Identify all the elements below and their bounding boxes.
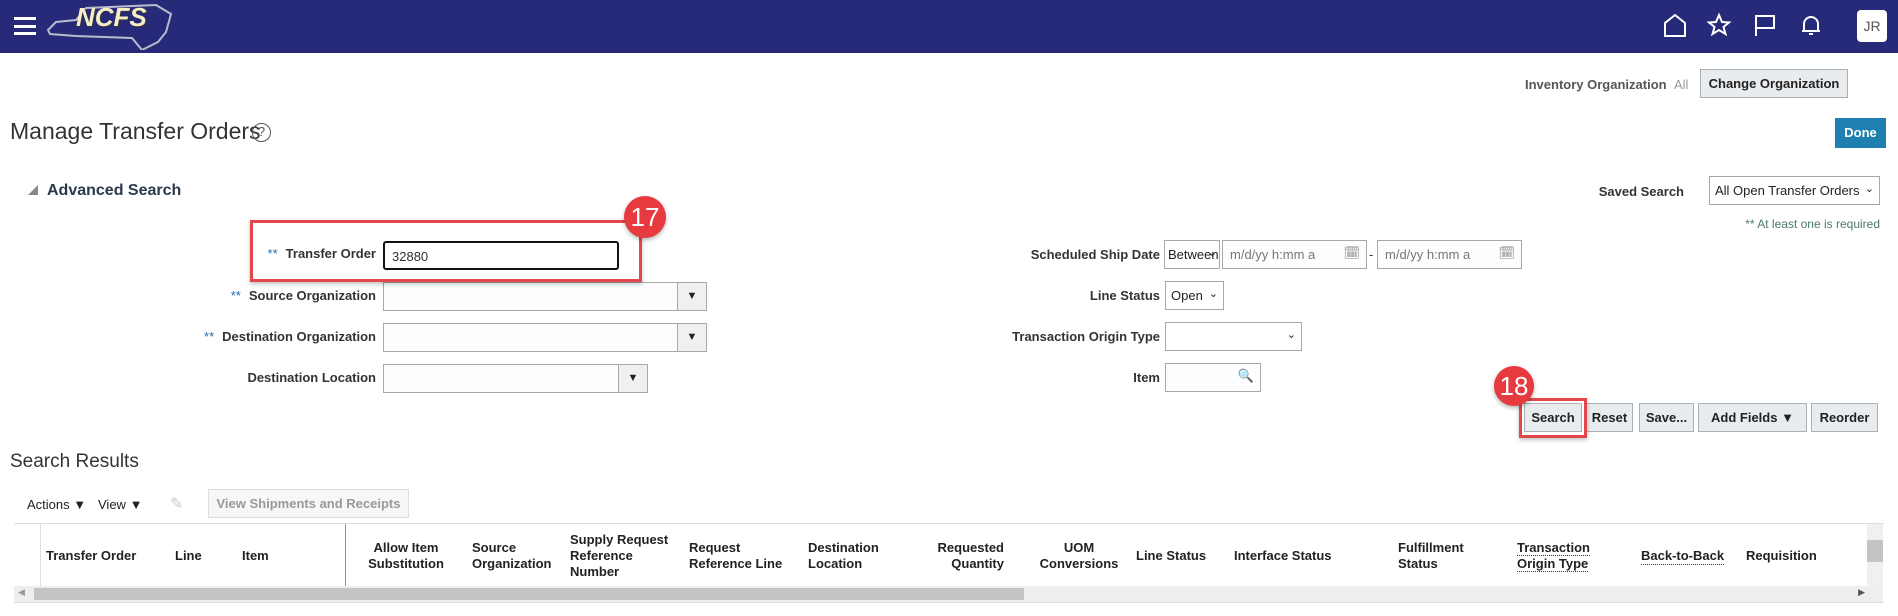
search-icon[interactable]: 🔍 [1238, 368, 1254, 384]
inventory-org-label: Inventory Organization [1525, 77, 1667, 92]
global-header: NCFS JR [0, 0, 1898, 53]
add-fields-button[interactable]: Add Fields ▼ [1698, 403, 1807, 432]
saved-search-value: All Open Transfer Orders [1715, 183, 1860, 198]
dropdown-arrow-icon[interactable]: ▼ [618, 364, 648, 393]
line-status-label: Line Status [1089, 288, 1160, 303]
line-status-select[interactable]: Open ⌄ [1165, 281, 1224, 310]
dropdown-arrow-icon: ▼ [1781, 410, 1794, 425]
callout-badge-18: 18 [1494, 366, 1534, 406]
column-header[interactable]: Back-to-Back [1641, 548, 1725, 565]
actions-menu[interactable]: Actions ▼ [27, 497, 86, 512]
column-header[interactable]: Item [242, 548, 269, 564]
dropdown-arrow-icon[interactable]: ▼ [677, 323, 707, 352]
transaction-origin-type-select[interactable]: ⌄ [1165, 322, 1302, 351]
inventory-org-value: All [1674, 77, 1689, 92]
dropdown-arrow-icon[interactable]: ▼ [677, 282, 707, 311]
calendar-icon[interactable]: 🗓 [1498, 245, 1515, 261]
calendar-icon[interactable]: 🗓 [1343, 245, 1360, 261]
bell-icon[interactable] [1798, 12, 1824, 38]
page-title: Manage Transfer Orders [10, 118, 261, 144]
reorder-button[interactable]: Reorder [1811, 403, 1878, 432]
saved-search-label: Saved Search [1598, 184, 1684, 199]
column-header[interactable]: Fulfillment Status [1398, 540, 1478, 572]
save-button[interactable]: Save... [1639, 403, 1694, 432]
column-header[interactable]: Line [175, 548, 202, 564]
callout-highlight-box [1519, 398, 1587, 438]
results-table: Transfer Order Line Item Allow Item Subs… [14, 523, 1884, 603]
horizontal-scrollbar[interactable]: ◀ ▶ [14, 586, 1883, 602]
ship-date-operator-select[interactable]: Between ⌄ [1164, 240, 1220, 269]
collapse-triangle-icon[interactable] [28, 185, 38, 195]
ship-date-from-input[interactable]: m/d/yy h:mm a 🗓 [1222, 240, 1367, 269]
search-results-heading: Search Results [10, 451, 139, 472]
reset-button[interactable]: Reset [1586, 403, 1633, 432]
ship-date-to-input[interactable]: m/d/yy h:mm a 🗓 [1377, 240, 1522, 269]
saved-search-select[interactable]: All Open Transfer Orders ⌄ [1709, 176, 1880, 205]
view-shipments-receipts-button[interactable]: View Shipments and Receipts [208, 489, 409, 518]
required-note: ** At least one is required [1745, 217, 1880, 231]
date-separator: - [1369, 247, 1374, 262]
change-organization-button[interactable]: Change Organization [1700, 69, 1848, 98]
column-header[interactable]: Interface Status [1234, 548, 1332, 564]
destination-location-input[interactable]: ▼ [383, 364, 648, 393]
column-header[interactable]: Source Organization [472, 540, 562, 572]
column-header[interactable]: Request Reference Line [689, 540, 799, 572]
flag-icon[interactable] [1752, 12, 1778, 38]
source-organization-input[interactable]: ▼ [383, 282, 707, 311]
callout-badge-17: 17 [624, 196, 666, 238]
vertical-scrollbar[interactable] [1867, 524, 1883, 586]
scroll-left-icon[interactable]: ◀ [18, 587, 25, 598]
done-button[interactable]: Done [1835, 118, 1886, 148]
source-organization-label: ** Source Organization [230, 288, 376, 303]
scroll-right-icon[interactable]: ▶ [1858, 587, 1865, 598]
chevron-down-icon: ⌄ [1286, 329, 1296, 341]
column-header[interactable]: Transfer Order [46, 548, 136, 564]
destination-organization-label: ** Destination Organization [204, 329, 376, 344]
scrollbar-thumb[interactable] [34, 588, 1024, 600]
logo-text: NCFS [76, 2, 147, 32]
destination-location-label: Destination Location [247, 370, 376, 385]
column-header[interactable]: Requested Quantity [924, 540, 1004, 572]
star-icon[interactable] [1706, 12, 1732, 38]
user-avatar[interactable]: JR [1857, 10, 1887, 42]
scheduled-ship-date-label: Scheduled Ship Date [1030, 247, 1160, 262]
column-header[interactable]: UOM Conversions [1034, 540, 1124, 572]
column-header[interactable]: Destination Location [808, 540, 888, 572]
column-header[interactable]: Line Status [1136, 548, 1206, 564]
column-header[interactable]: Allow Item Substitution [366, 540, 446, 572]
help-icon[interactable]: ? [252, 123, 271, 142]
destination-organization-input[interactable]: ▼ [383, 323, 707, 352]
item-label: Item [1133, 370, 1160, 385]
chevron-down-icon: ⌄ [1208, 288, 1218, 300]
chevron-down-icon: ⌄ [1207, 247, 1217, 259]
column-header[interactable]: Supply Request Reference Number [570, 532, 680, 580]
column-header[interactable]: Requisition [1746, 548, 1817, 564]
edit-pencil-icon[interactable]: ✎ [170, 494, 183, 514]
advanced-search-heading: Advanced Search [47, 182, 182, 199]
chevron-down-icon: ⌄ [1864, 183, 1874, 195]
home-icon[interactable] [1662, 12, 1688, 38]
transaction-origin-type-label: Transaction Origin Type [1012, 329, 1160, 344]
callout-highlight-box [250, 220, 642, 282]
menu-icon[interactable] [14, 17, 36, 35]
ncfs-logo[interactable]: NCFS [46, 2, 174, 52]
view-menu[interactable]: View ▼ [98, 497, 142, 512]
column-header[interactable]: Transaction Origin Type [1517, 540, 1597, 572]
item-input[interactable]: 🔍 [1165, 363, 1261, 392]
